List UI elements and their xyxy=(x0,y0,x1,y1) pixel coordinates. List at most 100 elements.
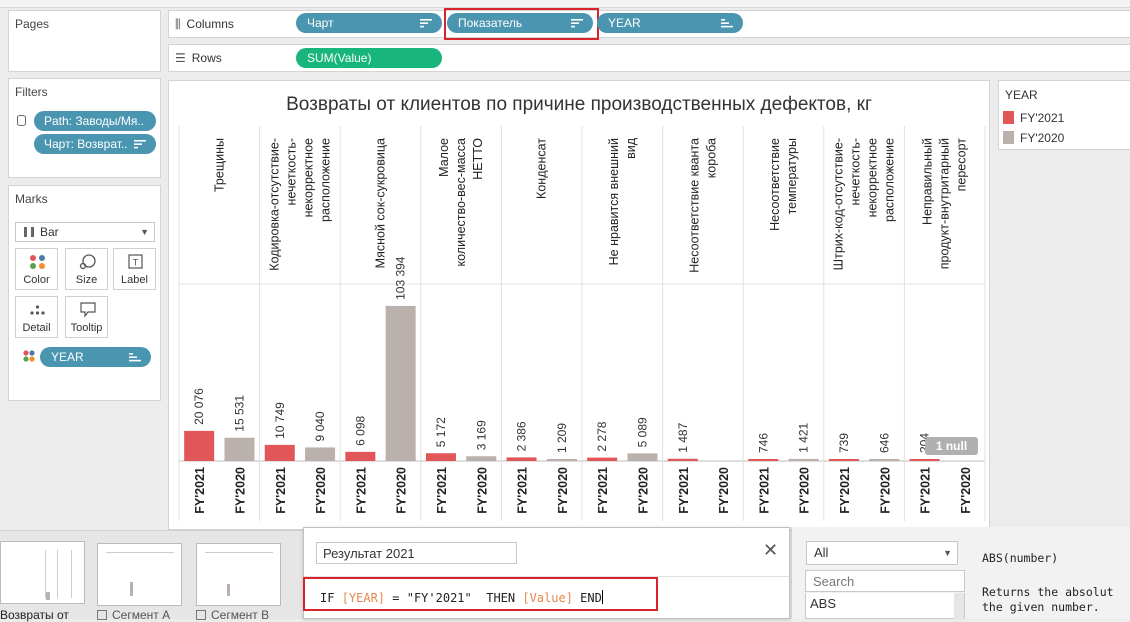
data-label: 1 421 xyxy=(797,423,811,453)
data-label: 6 098 xyxy=(353,415,367,445)
bar-fy2020 xyxy=(224,437,255,461)
function-search-input[interactable] xyxy=(805,570,965,592)
data-label: 646 xyxy=(877,433,891,453)
marks-panel: Marks Bar ▼ Color Size T Label Detail To… xyxy=(8,185,161,401)
sheet-thumbnail-2[interactable] xyxy=(97,543,182,606)
bar-fy2020 xyxy=(546,459,577,461)
category-header-label: нечеткость- xyxy=(849,138,863,205)
bar-fy2021 xyxy=(667,458,698,461)
size-card[interactable]: Size xyxy=(65,248,108,290)
rows-icon: ☰ xyxy=(175,51,186,65)
chevron-down-icon: ▼ xyxy=(140,227,149,237)
category-header-label: Малое xyxy=(437,138,451,177)
rows-label-text: Rows xyxy=(191,51,222,65)
function-list: ABS xyxy=(805,593,965,619)
x-tick-label: FY'2020 xyxy=(636,467,650,514)
pill-label: Чарт: Возврат.. xyxy=(44,137,128,151)
sort-asc-icon xyxy=(721,19,733,28)
category-header-label: вид xyxy=(624,137,638,159)
bar-fy2020 xyxy=(305,447,336,461)
category-header-label: продукт-внутритарный xyxy=(938,138,952,269)
close-icon[interactable]: ✕ xyxy=(763,541,778,559)
marks-pill-year[interactable]: YEAR xyxy=(40,347,151,367)
data-label: 10 749 xyxy=(273,402,287,439)
calc-name-input[interactable] xyxy=(316,542,517,564)
data-label: 103 394 xyxy=(394,256,408,300)
sort-asc-icon xyxy=(129,353,141,362)
category-header-label: НЕТТО xyxy=(471,138,485,180)
detail-card[interactable]: Detail xyxy=(15,296,58,338)
data-label: 5 089 xyxy=(635,417,649,447)
category-header-label: некорректное xyxy=(301,138,315,217)
sheet-tab-label: Сегмент А xyxy=(112,608,171,622)
bar-fy2020 xyxy=(788,458,819,461)
data-label: 15 531 xyxy=(232,395,246,432)
data-label: 2 386 xyxy=(515,421,529,451)
card-label: Tooltip xyxy=(70,322,103,334)
columns-icon: ⫼ xyxy=(175,17,181,31)
legend-label: FY'2020 xyxy=(1020,131,1065,145)
color-card[interactable]: Color xyxy=(15,248,58,290)
function-category-label: All xyxy=(814,545,829,560)
detail-icon xyxy=(30,305,45,315)
data-label: 1 487 xyxy=(676,422,690,452)
left-gray-filler xyxy=(0,404,166,530)
sheet-thumbnail-3[interactable] xyxy=(196,543,281,606)
top-toolbar-strip xyxy=(0,0,1130,8)
label-icon: T xyxy=(128,254,143,269)
category-header-label: температуры xyxy=(785,138,799,214)
bar-fy2020 xyxy=(385,305,416,461)
card-label: Size xyxy=(75,274,98,286)
database-icon xyxy=(17,115,26,126)
legend-swatch xyxy=(1003,111,1014,124)
category-header-label: расположение xyxy=(883,138,897,222)
label-card[interactable]: T Label xyxy=(113,248,156,290)
filter-pill-chart[interactable]: Чарт: Возврат.. xyxy=(34,134,156,154)
mark-type-label: Bar xyxy=(40,225,59,239)
bar-fy2021 xyxy=(587,457,618,461)
sheet-thumbnail-1[interactable] xyxy=(0,541,85,604)
rows-pill-sum-value[interactable]: SUM(Value) xyxy=(296,48,442,68)
sheet-tab-1[interactable]: Возвраты от xyxy=(0,608,69,622)
filter-pill-path[interactable]: Path: Заводы/Мя.. xyxy=(34,111,156,131)
scrollbar[interactable] xyxy=(954,593,964,619)
bar-fy2021 xyxy=(264,444,295,461)
x-tick-label: FY'2021 xyxy=(919,467,933,514)
x-tick-label: FY'2021 xyxy=(677,467,691,514)
bar-chart-icon xyxy=(24,227,34,237)
card-label: Label xyxy=(121,274,148,286)
category-header-label: нечеткость- xyxy=(284,138,298,205)
columns-pill-chart[interactable]: Чарт xyxy=(296,13,442,33)
pages-panel: Pages xyxy=(8,10,161,72)
data-label: 1 209 xyxy=(555,423,569,453)
bar-fy2021 xyxy=(345,451,376,461)
x-tick-label: FY'2021 xyxy=(274,467,288,514)
legend-item-fy2020[interactable]: FY'2020 xyxy=(1003,131,1064,145)
columns-pill-year[interactable]: YEAR xyxy=(597,13,743,33)
pill-label: YEAR xyxy=(51,350,84,364)
x-tick-label: FY'2020 xyxy=(314,467,328,514)
sheet-tab-2[interactable]: Сегмент А xyxy=(97,608,170,622)
mark-type-select[interactable]: Bar ▼ xyxy=(15,222,155,242)
x-tick-label: FY'2020 xyxy=(798,467,812,514)
x-tick-label: FY'2020 xyxy=(959,467,973,514)
sheet-tab-3[interactable]: Сегмент В xyxy=(196,608,269,622)
legend-title: YEAR xyxy=(1005,88,1038,102)
sheet-tab-label: Сегмент В xyxy=(211,608,270,622)
function-category-select[interactable]: All ▼ xyxy=(806,541,958,565)
data-label: 20 076 xyxy=(192,388,206,425)
rows-label: ☰ Rows xyxy=(175,51,222,65)
sort-desc-icon xyxy=(134,140,146,149)
card-label: Detail xyxy=(22,322,51,334)
function-item-abs[interactable]: ABS xyxy=(810,596,836,611)
category-header-label: Мясной сок-сукровица xyxy=(374,138,388,268)
category-header-label: Несоответствие кванта xyxy=(687,138,701,273)
x-tick-label: FY'2021 xyxy=(757,467,771,514)
pill-label: YEAR xyxy=(608,16,641,30)
category-header-label: количество-вес-масса xyxy=(454,138,468,267)
legend-item-fy2021[interactable]: FY'2021 xyxy=(1003,111,1064,125)
tooltip-card[interactable]: Tooltip xyxy=(65,296,108,338)
data-label: 3 169 xyxy=(474,420,488,450)
year-legend: YEAR FY'2021 FY'2020 xyxy=(998,80,1130,150)
function-description-2: the given number. xyxy=(982,600,1100,614)
